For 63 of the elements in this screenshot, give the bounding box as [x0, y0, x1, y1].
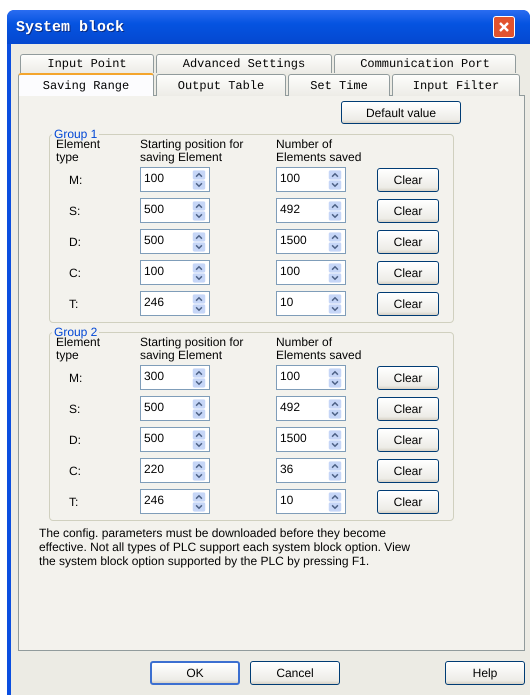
note-text: The config. parameters must be downloaded before they become effective. Not all types of PLC support each system block option. View the system block option supported by the PLC by pressing F1.: [39, 526, 412, 568]
element-type-label: M:: [68, 172, 84, 188]
spinner-arrows[interactable]: [327, 263, 343, 283]
element-type-label: M:: [68, 370, 84, 386]
clear-button[interactable]: Clear: [377, 230, 439, 254]
dialog-button[interactable]: Cancel: [250, 661, 340, 685]
element-type-label: T:: [68, 296, 80, 312]
element-type-label: T:: [68, 494, 80, 510]
spinner-arrows[interactable]: [327, 368, 343, 388]
clear-button[interactable]: Clear: [377, 366, 439, 390]
spinner-arrows[interactable]: [327, 201, 343, 221]
spinner-arrows[interactable]: [191, 201, 207, 221]
spinner-arrows[interactable]: [327, 232, 343, 252]
column-header: Starting position for saving Element: [140, 336, 244, 362]
clear-button[interactable]: Clear: [377, 490, 439, 514]
column-header: Starting position for saving Element: [140, 138, 244, 164]
clear-button[interactable]: Clear: [377, 292, 439, 316]
clear-button[interactable]: Clear: [377, 459, 439, 483]
spinner-arrows[interactable]: [191, 430, 207, 450]
spinner-arrows[interactable]: [191, 461, 207, 481]
clear-button[interactable]: Clear: [377, 261, 439, 285]
tab[interactable]: Communication Port: [334, 54, 516, 73]
close-button[interactable]: [493, 16, 515, 38]
clear-button[interactable]: Clear: [377, 428, 439, 452]
element-type-label: S:: [68, 400, 82, 418]
default-value-button[interactable]: Default value: [341, 101, 461, 124]
dialog-button[interactable]: OK: [150, 661, 240, 685]
spinner-arrows[interactable]: [191, 492, 207, 512]
group-title: Group 1: [53, 127, 98, 141]
spinner-arrows[interactable]: [191, 232, 207, 252]
element-type-label: D:: [68, 432, 82, 448]
window-title: System block: [16, 18, 124, 36]
spinner-arrows[interactable]: [191, 294, 207, 314]
clear-button[interactable]: Clear: [377, 168, 439, 192]
tab[interactable]: Input Point: [20, 54, 154, 73]
spinner-arrows[interactable]: [191, 368, 207, 388]
tab[interactable]: Input Filter: [392, 74, 520, 96]
tab[interactable]: Set Time: [288, 74, 390, 96]
group-title: Group 2: [53, 325, 98, 339]
tab[interactable]: Output Table: [156, 74, 286, 96]
spinner-arrows[interactable]: [191, 263, 207, 283]
clear-button[interactable]: Clear: [377, 397, 439, 421]
spinner-arrows[interactable]: [327, 430, 343, 450]
dialog-button[interactable]: Help: [445, 661, 525, 685]
spinner-arrows[interactable]: [191, 170, 207, 190]
spinner-arrows[interactable]: [327, 399, 343, 419]
close-icon: [498, 21, 510, 33]
tab[interactable]: Advanced Settings: [156, 54, 332, 73]
spinner-arrows[interactable]: [327, 170, 343, 190]
element-type-label: C:: [68, 264, 82, 282]
tab[interactable]: Saving Range: [18, 73, 154, 96]
element-type-label: C:: [68, 462, 82, 480]
clear-button[interactable]: Clear: [377, 199, 439, 223]
column-header: Number of Elements saved: [276, 138, 362, 164]
column-header: Element type: [56, 336, 102, 362]
spinner-arrows[interactable]: [191, 399, 207, 419]
spinner-arrows[interactable]: [327, 492, 343, 512]
spinner-arrows[interactable]: [327, 294, 343, 314]
column-header: Number of Elements saved: [276, 336, 362, 362]
column-header: Element type: [56, 138, 102, 164]
spinner-arrows[interactable]: [327, 461, 343, 481]
element-type-label: S:: [68, 202, 82, 220]
element-type-label: D:: [68, 234, 82, 250]
